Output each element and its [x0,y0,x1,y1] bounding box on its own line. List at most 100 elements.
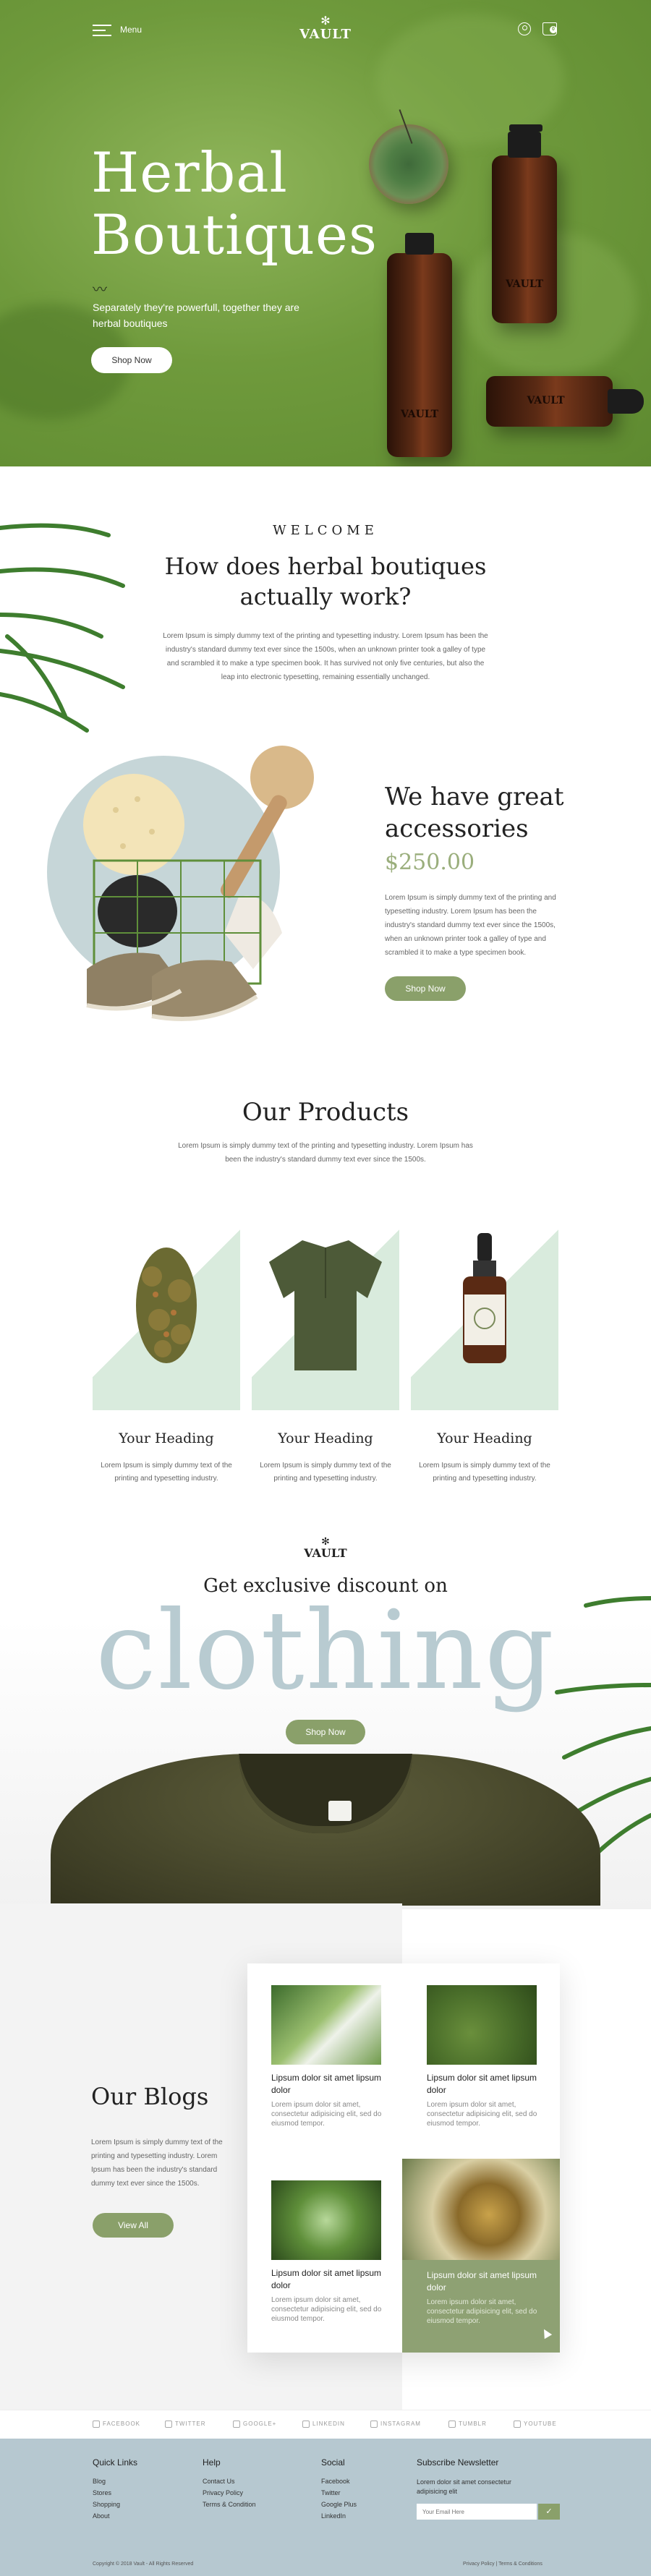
footer: Quick Links Blog Stores Shopping About H… [0,2439,651,2576]
cart-count-badge: 0 [550,26,557,33]
welcome-title: How does herbal boutiques actually work? [0,551,651,612]
social-instagram[interactable]: INSTAGRAM [370,2421,421,2428]
discount-logo: ✻ VAULT [295,1536,356,1560]
user-icon[interactable] [518,22,531,35]
footer-link[interactable]: Stores [93,2489,111,2496]
product-text: Lorem Ipsum is simply dummy text of the … [419,1462,550,1483]
social-youtube[interactable]: YOUTUBE [514,2421,557,2428]
bottle-label: VAULT [527,395,565,406]
menu-icon[interactable] [93,25,111,36]
product-card[interactable] [93,1197,240,1410]
social-bar: FACEBOOK TWITTER GOOGLE+ LINKEDIN INSTAG… [0,2410,651,2439]
product-heading: Your Heading [437,1430,532,1446]
blog-image[interactable] [271,1985,381,2065]
footer-quick-links-heading: Quick Links [93,2457,138,2468]
accessories-price: $250.00 [385,850,475,875]
bottle-label: VAULT [506,278,543,290]
social-label: TUMBLR [459,2421,487,2428]
cannabis-leaf-icon: ✻ [320,15,331,27]
welcome-title-line2: actually work? [239,583,412,610]
blog-card-title[interactable]: Lipsum dolor sit amet lipsum dolor [271,2072,387,2097]
shirt-tag [328,1801,352,1821]
social-twitter[interactable]: TWITTER [165,2421,206,2428]
herb-bud-image [136,1248,197,1363]
facebook-icon [93,2421,100,2428]
copyright-text: Copyright © 2018 Vault - All Rights Rese… [93,2562,194,2567]
newsletter-email-input[interactable] [417,2504,537,2520]
footer-link[interactable]: LinkedIn [321,2512,346,2520]
blogs-text: Lorem Ipsum is simply dummy text of the … [91,2138,223,2188]
footer-help-heading: Help [203,2457,221,2468]
accessories-image [83,746,314,1021]
logo-text: VAULT [299,27,352,42]
footer-link[interactable]: Shopping [93,2501,120,2508]
logo[interactable]: ✻ VAULT [295,16,356,42]
blog-card-text: Lorem ipsum dolor sit amet, consectetur … [427,2101,537,2128]
social-linkedin[interactable]: LINKEDIN [302,2421,345,2428]
footer-newsletter-heading: Subscribe Newsletter [417,2457,499,2468]
blog-card-title[interactable]: Lipsum dolor sit amet lipsum dolor [271,2267,387,2292]
social-label: INSTAGRAM [380,2421,421,2428]
youtube-icon [514,2421,521,2428]
newsletter-text: Lorem dolor sit amet consectetur adipisi… [417,2478,512,2495]
accessories-text: Lorem Ipsum is simply dummy text of the … [385,894,556,957]
blog-image[interactable] [427,1985,537,2065]
pump-bottle-image: VAULT [492,155,557,323]
menu-label[interactable]: Menu [120,25,142,35]
dropper-cap [608,389,644,414]
cannabis-leaf-icon: ✻ [321,1535,330,1547]
squiggle-icon: 〰 [93,282,107,298]
social-label: FACEBOOK [103,2421,141,2428]
dropper-bottle-image: VAULT [486,376,613,427]
blog-card-title[interactable]: Lipsum dolor sit amet lipsum dolor [427,2072,542,2097]
product-text: Lorem Ipsum is simply dummy text of the … [101,1462,232,1483]
blog-card-text: Lorem ipsum dolor sit amet, consectetur … [427,2298,537,2325]
blog-card-text: Lorem ipsum dolor sit amet, consectetur … [271,2101,382,2128]
accessories-title-line2: accessories [385,814,529,843]
welcome-eyebrow: WELCOME [273,523,378,538]
social-label: TWITTER [175,2421,206,2428]
product-card[interactable] [252,1197,399,1410]
footer-bottom-links[interactable]: Privacy Policy | Terms & Conditions [463,2562,542,2567]
blog-card-title[interactable]: Lipsum dolor sit amet lipsum dolor [427,2269,542,2294]
accessories-shop-now-button[interactable]: Shop Now [385,976,466,1001]
blog-image[interactable] [271,2180,381,2260]
footer-link[interactable]: Contact Us [203,2478,235,2485]
footer-link[interactable]: Privacy Policy [203,2489,243,2496]
welcome-title-line1: How does herbal boutiques [164,553,487,580]
bottle-cap [405,233,434,255]
hero-section: Menu ✻ VAULT 0 Herbal Boutiques 〰 Separa… [0,0,651,466]
tall-bottle-image: VAULT [387,253,452,457]
bottle-label: VAULT [401,409,438,420]
footer-link[interactable]: Facebook [321,2478,350,2485]
product-heading: Your Heading [278,1430,373,1446]
social-facebook[interactable]: FACEBOOK [93,2421,140,2428]
social-tumblr[interactable]: TUMBLR [448,2421,487,2428]
footer-link[interactable]: About [93,2512,110,2520]
blogs-view-all-button[interactable]: View All [93,2213,174,2238]
blog-card-text: Lorem ipsum dolor sit amet, consectetur … [271,2296,382,2323]
blogs-title: Our Blogs [91,2083,209,2110]
discount-shop-now-button[interactable]: Shop Now [286,1720,365,1744]
products-title: Our Products [242,1098,409,1127]
social-google-plus[interactable]: GOOGLE+ [233,2421,276,2428]
social-label: YOUTUBE [524,2421,557,2428]
products-text: Lorem Ipsum is simply dummy text of the … [178,1142,473,1164]
bottle-pump-head [509,124,542,132]
palm-leaf-left [0,523,125,733]
product-heading: Your Heading [119,1430,214,1446]
hero-shop-now-button[interactable]: Shop Now [91,347,172,373]
hero-title-line2: Boutiques [91,202,378,267]
newsletter-submit-check-icon[interactable]: ✓ [538,2504,560,2520]
blog-image[interactable] [402,2159,560,2260]
google-plus-icon [233,2421,240,2428]
footer-link[interactable]: Google Plus [321,2501,357,2508]
footer-social-heading: Social [321,2457,345,2468]
tumblr-icon [448,2421,456,2428]
footer-link[interactable]: Blog [93,2478,106,2485]
bottle-pump [508,132,541,158]
footer-link[interactable]: Terms & Condition [203,2501,256,2508]
footer-link[interactable]: Twitter [321,2489,341,2496]
product-card[interactable] [411,1197,558,1410]
social-label: LINKEDIN [312,2421,345,2428]
